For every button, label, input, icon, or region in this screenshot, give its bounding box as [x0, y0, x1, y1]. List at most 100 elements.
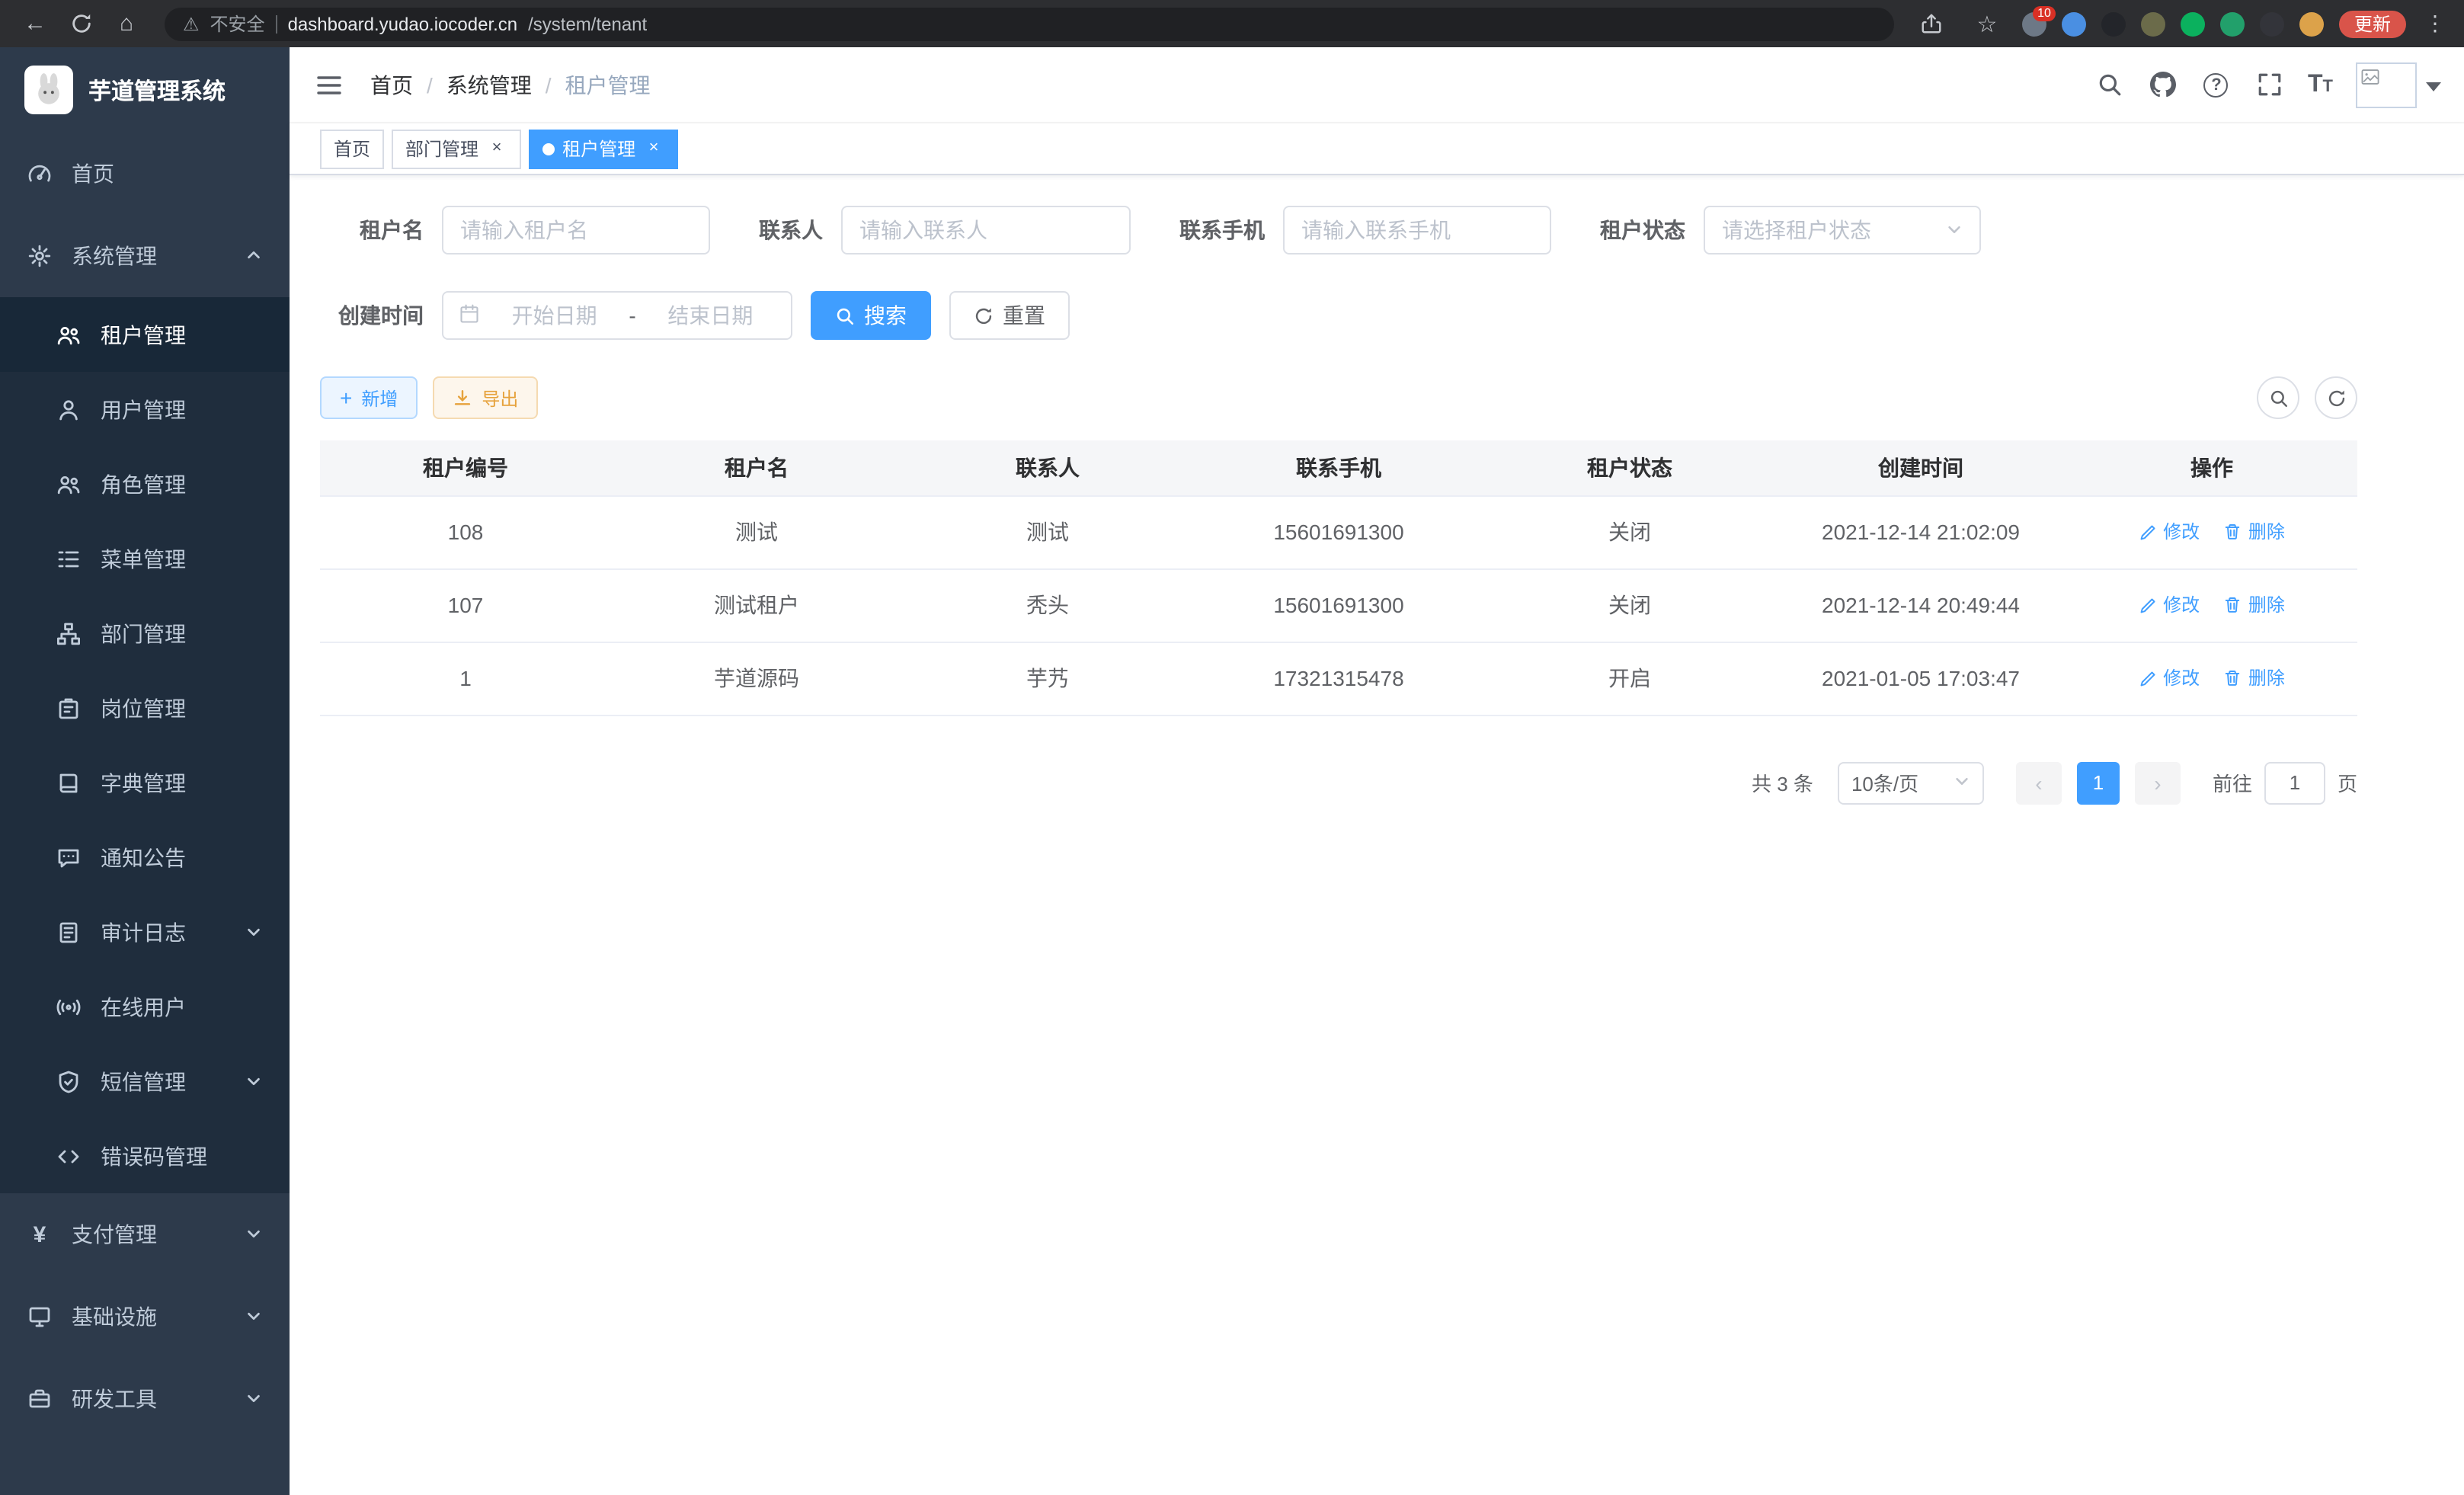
sidebar-item-dict-management[interactable]: 字典管理: [0, 745, 290, 820]
user-avatar-menu[interactable]: [2356, 62, 2441, 107]
sidebar-item-label: 系统管理: [72, 241, 157, 271]
browser-menu-icon[interactable]: ⋮: [2421, 11, 2449, 37]
delete-link[interactable]: 删除: [2224, 665, 2285, 691]
reset-button[interactable]: 重置: [949, 291, 1070, 340]
tenant-name-input-field[interactable]: [460, 218, 692, 242]
sidebar-item-user-management[interactable]: 用户管理: [0, 372, 290, 447]
fullscreen-icon[interactable]: [2254, 69, 2285, 100]
sidebar-item-system-management[interactable]: 系统管理: [0, 215, 290, 297]
sidebar-item-tenant-management[interactable]: 租户管理: [0, 297, 290, 372]
app-logo[interactable]: 芋道管理系统: [0, 47, 290, 133]
back-icon[interactable]: ←: [15, 5, 55, 42]
share-icon[interactable]: [1912, 5, 1952, 42]
extension-icon-1[interactable]: 10: [2022, 11, 2046, 36]
extension-icon-5[interactable]: [2181, 11, 2205, 36]
extension-icon-3[interactable]: [2101, 11, 2126, 36]
contact-input[interactable]: [841, 206, 1131, 255]
font-size-icon[interactable]: TT: [2308, 71, 2333, 98]
col-tenant-id: 租户编号: [320, 440, 611, 495]
extension-badge: 10: [2033, 5, 2056, 21]
sidebar-item-audit-log[interactable]: 审计日志: [0, 895, 290, 969]
export-button[interactable]: 导出: [433, 376, 538, 419]
cell-tenant-id: 1: [320, 642, 611, 715]
toggle-search-button[interactable]: [2257, 376, 2299, 419]
breadcrumb-system[interactable]: 系统管理: [446, 69, 532, 100]
search-button[interactable]: 搜索: [811, 291, 931, 340]
goto-page-input[interactable]: [2264, 761, 2325, 804]
delete-link[interactable]: 删除: [2224, 592, 2285, 618]
sidebar-item-label: 研发工具: [72, 1384, 157, 1414]
sidebar-item-menu-management[interactable]: 菜单管理: [0, 521, 290, 596]
cell-tenant-name: 测试租户: [611, 568, 902, 642]
tenant-table: 租户编号 租户名 联系人 联系手机 租户状态 创建时间 操作 108 测试: [320, 440, 2357, 715]
sidebar-item-sms-management[interactable]: 短信管理: [0, 1044, 290, 1119]
sidebar-item-error-code[interactable]: 错误码管理: [0, 1119, 290, 1193]
sidebar-item-role-management[interactable]: 角色管理: [0, 447, 290, 521]
tag-dept-management[interactable]: 部门管理 ×: [392, 129, 521, 168]
profile-avatar-icon[interactable]: [2299, 11, 2324, 36]
tag-tenant-management[interactable]: 租户管理 ×: [529, 129, 678, 168]
extension-icon-6[interactable]: [2220, 11, 2245, 36]
next-page-button[interactable]: ›: [2135, 761, 2181, 804]
status-select[interactable]: 请选择租户状态: [1704, 206, 1981, 255]
cell-created: 2021-12-14 20:49:44: [1775, 568, 2066, 642]
phone-input-field[interactable]: [1301, 218, 1533, 242]
cell-actions: 修改 删除: [2066, 568, 2357, 642]
edit-link[interactable]: 修改: [2139, 519, 2200, 545]
refresh-button[interactable]: [2315, 376, 2357, 419]
page-size-select[interactable]: 10条/页: [1838, 761, 1984, 804]
sidebar-item-notice[interactable]: 通知公告: [0, 820, 290, 895]
field-label: 联系人: [759, 215, 823, 245]
menu-list-icon: [55, 545, 82, 572]
url-bar[interactable]: ⚠ 不安全 dashboard.yudao.iocoder.cn /system…: [165, 7, 1894, 40]
delete-link[interactable]: 删除: [2224, 519, 2285, 545]
plus-icon: +: [340, 387, 352, 408]
edit-link[interactable]: 修改: [2139, 665, 2200, 691]
phone-input[interactable]: [1283, 206, 1551, 255]
extension-icon-7[interactable]: [2260, 11, 2284, 36]
breadcrumb-current: 租户管理: [565, 69, 651, 100]
browser-home-icon[interactable]: ⌂: [107, 5, 146, 42]
fold-menu-icon[interactable]: [312, 68, 346, 101]
tag-label: 首页: [334, 136, 370, 162]
edit-link[interactable]: 修改: [2139, 592, 2200, 618]
tag-home[interactable]: 首页: [320, 129, 384, 168]
extension-icon-2[interactable]: [2062, 11, 2086, 36]
top-navbar: 首页 / 系统管理 / 租户管理 ?: [290, 47, 2464, 123]
cell-phone: 15601691300: [1193, 495, 1484, 568]
sidebar-item-payment-management[interactable]: ¥ 支付管理: [0, 1193, 290, 1276]
sidebar-item-label: 部门管理: [101, 618, 186, 648]
help-icon[interactable]: ?: [2201, 69, 2232, 100]
date-range-picker[interactable]: 开始日期 - 结束日期: [442, 291, 792, 340]
contact-input-field[interactable]: [859, 218, 1112, 242]
sidebar-item-home[interactable]: 首页: [0, 133, 290, 215]
prev-page-button[interactable]: ‹: [2016, 761, 2062, 804]
sidebar-item-online-users[interactable]: 在线用户: [0, 969, 290, 1044]
security-warning-icon: ⚠: [183, 13, 200, 34]
reload-icon[interactable]: [61, 5, 101, 42]
bookmark-star-icon[interactable]: ☆: [1967, 5, 2007, 42]
sidebar-item-dev-tools[interactable]: 研发工具: [0, 1358, 290, 1440]
sidebar-item-dept-management[interactable]: 部门管理: [0, 596, 290, 671]
date-end-placeholder: 结束日期: [645, 300, 776, 331]
github-icon[interactable]: [2148, 69, 2178, 100]
col-phone: 联系手机: [1193, 440, 1484, 495]
sidebar-item-post-management[interactable]: 岗位管理: [0, 671, 290, 745]
chevron-down-icon: [245, 1222, 262, 1247]
table-tools: [2257, 376, 2357, 419]
field-label: 租户名: [320, 215, 424, 245]
tag-close-icon[interactable]: ×: [486, 138, 507, 159]
tenant-name-input[interactable]: [442, 206, 710, 255]
chrome-update-button[interactable]: 更新: [2339, 10, 2406, 37]
sidebar-item-label: 错误码管理: [101, 1141, 207, 1171]
breadcrumb-home[interactable]: 首页: [370, 69, 413, 100]
screen: ← ⌂ ⚠ 不安全 dashboard.yudao.iocoder.cn /sy…: [0, 0, 2464, 1495]
page-size-value: 10条/页: [1851, 768, 1918, 797]
field-label: 创建时间: [320, 300, 424, 331]
search-icon[interactable]: [2094, 69, 2125, 100]
add-button[interactable]: + 新增: [320, 376, 418, 419]
sidebar-item-infrastructure[interactable]: 基础设施: [0, 1276, 290, 1358]
page-number-1[interactable]: 1: [2077, 761, 2120, 804]
tag-close-icon[interactable]: ×: [643, 138, 664, 159]
extension-icon-4[interactable]: [2141, 11, 2165, 36]
